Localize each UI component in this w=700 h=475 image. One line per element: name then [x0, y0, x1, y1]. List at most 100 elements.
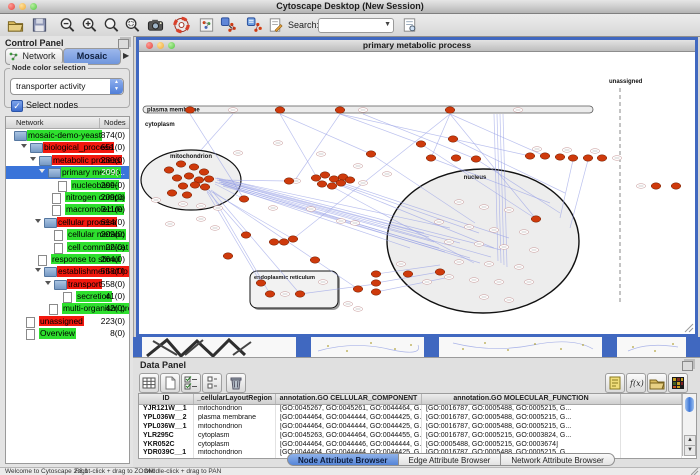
network-edge[interactable]: [431, 114, 450, 158]
network-node[interactable]: [279, 239, 289, 245]
table-row[interactable]: YLR295Ccytoplasm[GO:0045263, GO:0044464,…: [139, 432, 682, 441]
network-node[interactable]: [416, 141, 426, 147]
network-node[interactable]: [256, 280, 266, 286]
table-cell[interactable]: [GO:0044464, GO:0044444, GO:0044425, G..…: [276, 423, 422, 432]
tree-row[interactable]: secretion41(0): [6, 290, 129, 302]
network-canvas[interactable]: plasma membranecytoplasmmitochondrionnuc…: [139, 52, 695, 334]
network-node[interactable]: [531, 216, 541, 222]
tree-row[interactable]: nucleobase-209(0): [6, 179, 129, 191]
network-node[interactable]: [184, 173, 194, 179]
open-attributes-button[interactable]: [647, 373, 667, 393]
heatmap-button[interactable]: [668, 373, 688, 393]
network-node[interactable]: [269, 239, 279, 245]
network-close-button[interactable]: [146, 42, 153, 49]
network-node[interactable]: [336, 180, 346, 186]
table-cell[interactable]: [GO:0044464, GO:0044444, GO:0044425, G..…: [276, 414, 422, 423]
network-node[interactable]: [311, 175, 321, 181]
network-node[interactable]: [239, 196, 249, 202]
scroll-down-arrow[interactable]: ▼: [684, 445, 696, 456]
tree-row[interactable]: multi-organism pro42(0): [6, 302, 129, 314]
zoom-window-button[interactable]: [30, 3, 37, 10]
network-node[interactable]: [426, 155, 436, 161]
network-node[interactable]: [265, 291, 275, 297]
table-cell[interactable]: YKR052C: [139, 441, 194, 450]
table-cell[interactable]: YJR121W__1: [139, 405, 194, 414]
tree-row[interactable]: establishment of lo558(0): [6, 265, 129, 277]
table-cell[interactable]: [621, 449, 682, 458]
table-cell[interactable]: mitochondrion: [194, 405, 276, 414]
network-node[interactable]: [317, 181, 327, 187]
network-node[interactable]: [555, 154, 565, 160]
tree-expand-arrow-icon[interactable]: [30, 157, 36, 161]
table-cell[interactable]: YLR295C: [139, 432, 194, 441]
network-node[interactable]: [651, 183, 661, 189]
vizmapper-icon[interactable]: [197, 16, 216, 34]
select-attributes-button[interactable]: [181, 373, 201, 393]
tree-expand-arrow-icon[interactable]: [21, 144, 27, 148]
delete-attribute-button[interactable]: [226, 373, 246, 393]
tree-row[interactable]: cellular metabo209(0): [6, 228, 129, 240]
network-node[interactable]: [223, 253, 233, 259]
network-node[interactable]: [288, 236, 298, 242]
table-column-header[interactable]: annotation.GO CELLULAR_COMPONENT: [276, 394, 422, 404]
network-node[interactable]: [199, 169, 209, 175]
network-node[interactable]: [366, 151, 376, 157]
table-column-header[interactable]: [621, 394, 682, 404]
tree-expand-arrow-icon[interactable]: [35, 219, 41, 223]
table-row[interactable]: YPL036W__1mitochondrion[GO:0044464, GO:0…: [139, 423, 682, 432]
network-node[interactable]: [295, 291, 305, 297]
tree-row[interactable]: transport558(0): [6, 278, 129, 290]
network-node[interactable]: [327, 183, 337, 189]
network-node[interactable]: [371, 271, 381, 277]
node-color-dropdown[interactable]: transporter activity ▲▼: [10, 78, 124, 95]
network-edge[interactable]: [280, 114, 316, 176]
tree-row[interactable]: metabolic process280(0): [6, 154, 129, 166]
tab-edge-attribute-browser[interactable]: Edge Attribute Browser: [399, 453, 502, 466]
network-edge[interactable]: [280, 114, 371, 154]
network-node[interactable]: [445, 107, 455, 113]
table-column-header[interactable]: annotation.GO MOLECULAR_FUNCTION: [422, 394, 621, 404]
annotation-icon[interactable]: [266, 16, 285, 34]
background-windows-strip[interactable]: [133, 337, 700, 357]
network-zoom-button[interactable]: [168, 42, 175, 49]
network-node[interactable]: [185, 107, 195, 113]
network-node[interactable]: [671, 183, 681, 189]
network-node[interactable]: [583, 155, 593, 161]
table-cell[interactable]: [GO:0045263, GO:0044464, GO:0044455, G..…: [276, 432, 422, 441]
network-node[interactable]: [403, 271, 413, 277]
network-window-titlebar[interactable]: primary metabolic process: [139, 40, 695, 52]
network-node[interactable]: [200, 184, 210, 190]
network-node[interactable]: [448, 136, 458, 142]
table-row[interactable]: YKR052Ccytoplasm[GO:0044464, GO:0044446,…: [139, 441, 682, 450]
network-node[interactable]: [204, 176, 214, 182]
tree-header[interactable]: Network Nodes: [6, 117, 129, 129]
network-node[interactable]: [310, 257, 320, 263]
table-cell[interactable]: [GO:0016787, GO:0005488, GO:0005215, G..…: [422, 405, 621, 414]
tree-row[interactable]: response to stimul264(0): [6, 253, 129, 265]
network-edge[interactable]: [570, 160, 588, 228]
network-node[interactable]: [540, 153, 550, 159]
search-options-icon[interactable]: [400, 16, 419, 34]
search-dropdown-arrow[interactable]: ▼: [384, 21, 391, 28]
network-node[interactable]: [275, 107, 285, 113]
tree-row[interactable]: Overview8(0): [6, 327, 129, 339]
canvas-resize-grip[interactable]: [685, 324, 693, 332]
network-node[interactable]: [451, 155, 461, 161]
network-node[interactable]: [525, 153, 535, 159]
formula-button[interactable]: f(x): [626, 373, 646, 393]
zoom-selected-region-icon[interactable]: [123, 16, 142, 34]
tree-row[interactable]: macromolecule311(0): [6, 203, 129, 215]
table-row[interactable]: YJR121W__1mitochondrion[GO:0045267, GO:0…: [139, 405, 682, 414]
network-minimize-button[interactable]: [157, 42, 164, 49]
tree-row[interactable]: unassigned223(0): [6, 315, 129, 327]
network-node[interactable]: [182, 192, 192, 198]
table-cell[interactable]: [621, 441, 682, 450]
tree-row[interactable]: cellular process614(0): [6, 216, 129, 228]
network-node[interactable]: [189, 164, 199, 170]
table-cell[interactable]: [GO:0044464, GO:0044446, GO:0044444, G..…: [276, 441, 422, 450]
tree-expand-arrow-icon[interactable]: [35, 268, 41, 272]
table-cell[interactable]: [621, 405, 682, 414]
table-cell[interactable]: [GO:0016787, GO:0005215, GO:0003824, G..…: [422, 432, 621, 441]
network-node[interactable]: [345, 177, 355, 183]
zoom-fit-icon[interactable]: [102, 16, 121, 34]
